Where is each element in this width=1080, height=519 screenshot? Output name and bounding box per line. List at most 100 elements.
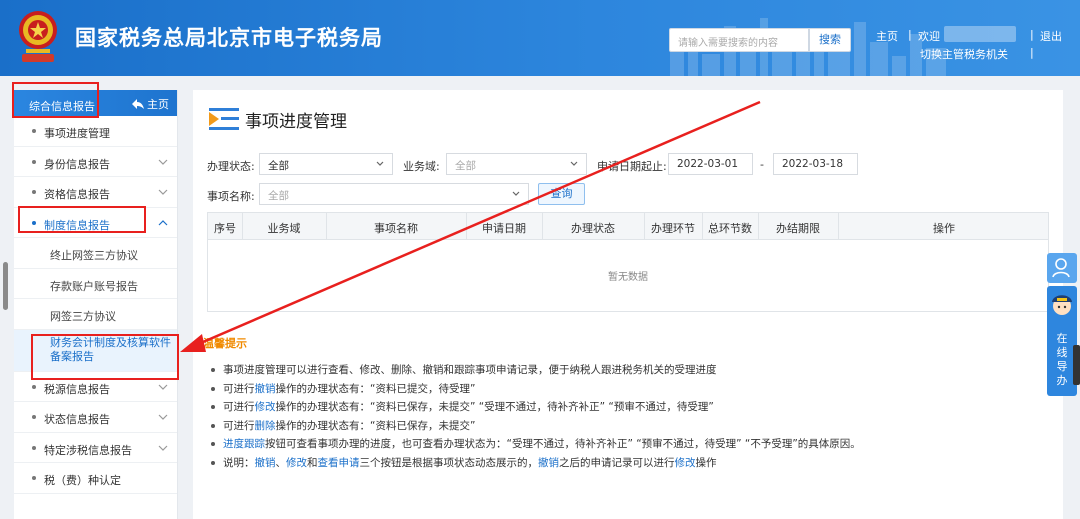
- chevron-down-icon: [512, 191, 520, 196]
- sidebar-item-status[interactable]: 状态信息报告: [14, 402, 177, 433]
- tip-item: 可进行删除操作的办理状态有：“资料已保存，未提交”: [211, 417, 861, 436]
- col-header: 事项名称: [374, 222, 418, 235]
- domain-select-value: 全部: [455, 160, 476, 172]
- logout-link[interactable]: 退出: [1040, 28, 1062, 44]
- sidebar-item-progress[interactable]: 事项进度管理: [14, 116, 177, 147]
- sidebar-subitem-label: 终止网签三方协议: [50, 249, 138, 262]
- sidebar-item-specific-tax[interactable]: 特定涉税信息报告: [14, 433, 177, 463]
- col-header: 办理状态: [571, 222, 615, 235]
- date-from-input[interactable]: 2022-03-01: [668, 153, 753, 175]
- domain-select[interactable]: 全部: [446, 153, 587, 175]
- bullet-icon: [32, 415, 36, 419]
- chevron-down-icon: [158, 189, 168, 195]
- table-empty-text: 暂无数据: [608, 272, 648, 283]
- table-header: 序号 业务域 事项名称 申请日期 办理状态 办理环节 总环节数 办结期限 操作: [208, 213, 1048, 240]
- progress-table: 序号 业务域 事项名称 申请日期 办理状态 办理环节 总环节数 办结期限 操作 …: [207, 212, 1049, 312]
- col-header: 序号: [214, 222, 236, 235]
- sidebar: 综合信息报告 主页 事项进度管理 身份信息报告 资格信息报告 制度信息报告 终止…: [14, 90, 178, 519]
- user-icon: [1052, 258, 1070, 278]
- date-range-label: 申请日期起止:: [597, 160, 667, 173]
- top-home-link[interactable]: 主页: [876, 28, 898, 44]
- tip-item: 说明：撤销、修改和查看申请三个按钮是根据事项状态动态展示的，撤销之后的申请记录可…: [211, 454, 861, 473]
- tip-keyword-revoke: 撤销: [538, 456, 559, 469]
- chevron-down-icon: [158, 159, 168, 165]
- tip-item: 可进行修改操作的办理状态有：“资料已保存，未提交” “受理不通过，待补齐补正” …: [211, 398, 861, 417]
- search-button[interactable]: 搜索: [809, 28, 851, 52]
- tip-keyword-revoke: 撤销: [254, 456, 276, 469]
- assistant-avatar-icon: [1052, 295, 1072, 315]
- date-range-separator: -: [760, 158, 764, 171]
- annotation-box-accounting-filing: [31, 334, 179, 380]
- tips-list: 事项进度管理可以进行查看、修改、删除、撤销和跟踪事项申请记录，便于纳税人跟进税务…: [211, 361, 861, 472]
- chevron-down-icon: [158, 384, 168, 390]
- query-button[interactable]: 查询: [538, 183, 585, 205]
- back-arrow-icon: [132, 99, 144, 109]
- sidebar-subitem-label: 网签三方协议: [50, 310, 116, 323]
- bullet-icon: [32, 129, 36, 133]
- sidebar-subitem-terminate-agreement[interactable]: 终止网签三方协议: [14, 238, 177, 269]
- date-to-input[interactable]: 2022-03-18: [773, 153, 858, 175]
- bullet-icon: [32, 384, 36, 389]
- sidebar-item-qualification[interactable]: 资格信息报告: [14, 177, 177, 208]
- sidebar-subitem-sign-agreement[interactable]: 网签三方协议: [14, 299, 177, 330]
- col-header: 办理环节: [651, 222, 695, 235]
- tip-keyword-modify: 修改: [254, 401, 276, 413]
- online-guide-text: 在线导办: [1056, 332, 1068, 387]
- tip-text: 之后的申请记录可以进行: [559, 456, 675, 469]
- right-scrollbar[interactable]: [1073, 345, 1080, 385]
- sidebar-item-identity[interactable]: 身份信息报告: [14, 147, 177, 177]
- sidebar-item-label: 税源信息报告: [44, 382, 110, 396]
- item-name-select[interactable]: 全部: [259, 183, 529, 205]
- user-service-button[interactable]: [1047, 253, 1077, 283]
- tip-text: 操作的办理状态有：“资料已提交，待受理”: [275, 382, 476, 395]
- sidebar-item-label: 特定涉税信息报告: [44, 443, 132, 457]
- tip-text: 说明：: [223, 456, 255, 469]
- switch-authority-link[interactable]: 切换主管税务机关: [920, 46, 1008, 62]
- site-title: 国家税务总局北京市电子税务局: [75, 26, 383, 50]
- tip-text: 按钮可查看事项办理的进度，也可查看办理状态为：“受理不通过，待补齐补正” “预审…: [265, 438, 861, 450]
- tip-keyword-modify: 修改: [286, 456, 307, 469]
- page-title-text: 事项进度管理: [245, 111, 347, 132]
- top-separator: |: [1030, 28, 1034, 41]
- tip-keyword-delete: 删除: [254, 419, 276, 432]
- welcome-text: 欢迎: [918, 30, 940, 43]
- chevron-down-icon: [158, 414, 168, 420]
- tip-text: 可进行: [223, 419, 255, 432]
- sidebar-item-label: 状态信息报告: [44, 413, 110, 426]
- tip-keyword-revoke: 撤销: [254, 382, 276, 395]
- left-scrollbar[interactable]: [3, 262, 8, 310]
- status-select-value: 全部: [268, 160, 289, 172]
- tip-item: 可进行撤销操作的办理状态有：“资料已提交，待受理”: [211, 380, 861, 399]
- tip-text: 和: [307, 456, 318, 469]
- sidebar-item-tax-type[interactable]: 税（费）种认定: [14, 463, 177, 494]
- sidebar-item-label: 事项进度管理: [44, 127, 110, 140]
- sidebar-item-label: 资格信息报告: [44, 188, 110, 201]
- tip-text: 可进行: [223, 401, 255, 413]
- status-select[interactable]: 全部: [259, 153, 393, 175]
- tip-text: 可进行: [223, 382, 255, 395]
- col-header: 办结期限: [776, 222, 820, 235]
- col-header: 业务域: [267, 222, 301, 235]
- tax-emblem-icon: [19, 11, 57, 62]
- tip-keyword-view: 查看申请: [317, 456, 360, 469]
- status-label: 办理状态:: [207, 160, 255, 173]
- sidebar-subitem-deposit-account[interactable]: 存款账户账号报告: [14, 269, 177, 299]
- tip-text: 操作的办理状态有：“资料已保存，未提交”: [275, 419, 476, 432]
- chevron-up-icon: [158, 219, 168, 225]
- search-input[interactable]: 请输入需要搜索的内容: [669, 28, 809, 52]
- sidebar-subitem-label: 存款账户账号报告: [50, 279, 138, 293]
- list-title-icon: [209, 108, 239, 130]
- item-name-select-value: 全部: [268, 190, 289, 202]
- page-title: 事项进度管理: [207, 106, 347, 132]
- tips-title: 温馨提示: [203, 337, 247, 350]
- chevron-down-icon: [158, 445, 168, 451]
- col-header: 操作: [933, 222, 955, 235]
- bullet-icon: [32, 476, 36, 480]
- sidebar-home-link[interactable]: 主页: [132, 96, 169, 112]
- tip-text: 操作的办理状态有：“资料已保存，未提交” “受理不通过，待补齐补正” “预审不通…: [275, 401, 714, 413]
- tip-text: 、: [275, 456, 287, 469]
- annotation-box-overview: [12, 82, 99, 118]
- top-separator: |: [1030, 46, 1034, 59]
- item-name-label: 事项名称:: [207, 190, 255, 203]
- top-separator: |: [908, 28, 912, 41]
